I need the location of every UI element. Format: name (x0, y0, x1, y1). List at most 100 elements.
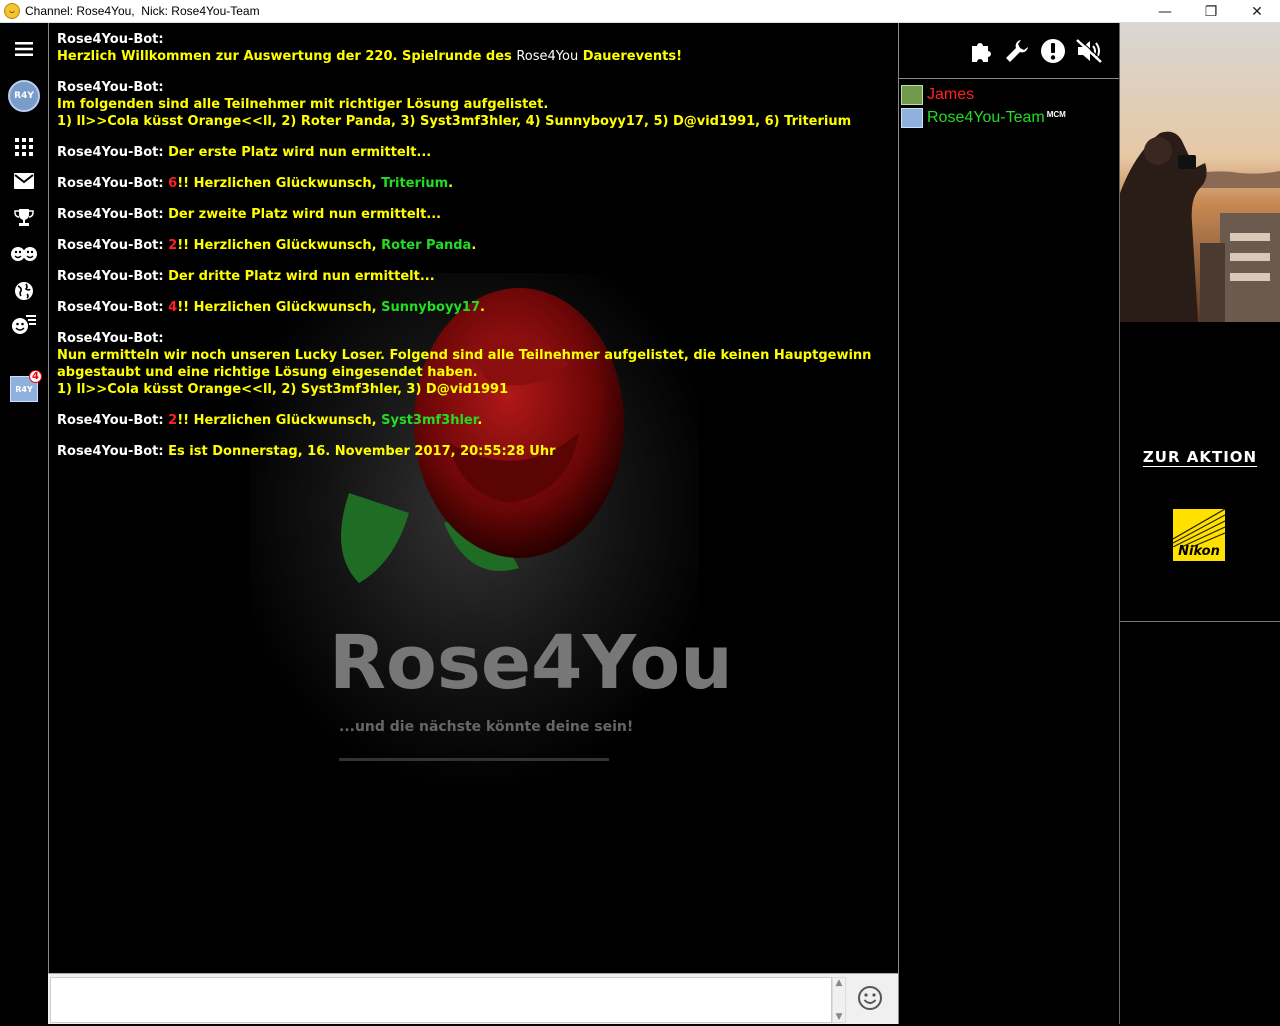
message-list: Rose4You-Bot: Herzlich Willkommen zur Aus… (57, 31, 887, 474)
profile-avatar[interactable]: R4Y (0, 78, 48, 114)
window-controls: — ❐ ✕ (1142, 0, 1280, 23)
user-name: James (927, 85, 975, 103)
nikon-logo-text: Nikon (1178, 544, 1220, 559)
smiley-faces-icon[interactable] (0, 243, 48, 265)
scroll-up-arrow-icon[interactable]: ▲ (836, 978, 843, 988)
message-sender: Rose4You-Bot: (57, 331, 164, 346)
message-text: Dauerevents! (578, 49, 683, 64)
input-scrollbar[interactable]: ▲ ▼ (832, 977, 846, 1023)
nikon-logo[interactable]: Nikon (1173, 509, 1225, 561)
minimize-button[interactable]: — (1142, 0, 1188, 23)
chat-input[interactable] (51, 978, 831, 1022)
chat-input-box (50, 977, 832, 1023)
mail-icon[interactable] (0, 171, 48, 191)
user-list-item[interactable]: James (901, 83, 1117, 106)
message-text: Im folgenden sind alle Teilnehmer mit ri… (57, 97, 549, 112)
window-titlebar: Channel: Rose4You, Nick: Rose4You-Team —… (0, 0, 1280, 23)
menu-icon[interactable] (0, 37, 48, 61)
user-avatar (901, 84, 923, 105)
winner-name: Roter Panda (381, 238, 472, 253)
emoji-button[interactable] (856, 984, 884, 1012)
chat-message: Rose4You-Bot: Der erste Platz wird nun e… (57, 144, 887, 161)
winner-name: Syst3mf3hler (381, 413, 478, 428)
left-sidebar: R4Y R4Y 4 (0, 23, 48, 1024)
user-list-item[interactable]: Rose4You-Team MCM (901, 106, 1117, 129)
chat-input-area: ▲ ▼ (48, 973, 898, 1024)
message-number: 4 (168, 300, 178, 315)
user-list: James Rose4You-Team MCM (901, 83, 1117, 129)
smiley-icon (858, 986, 882, 1010)
message-sender: Rose4You-Bot: (57, 80, 164, 95)
ad-photo[interactable] (1120, 23, 1280, 322)
user-list-pane: James Rose4You-Team MCM (898, 23, 1119, 1024)
user-toolbar (899, 23, 1119, 79)
message-text: Es ist Donnerstag, 16. November 2017, 20… (168, 444, 556, 459)
wrench-icon[interactable] (1003, 37, 1031, 65)
chat-message: Rose4You-Bot: 4!! Herzlichen Glückwunsch… (57, 299, 887, 316)
message-text: Rose4You (516, 49, 579, 64)
alert-icon[interactable] (1039, 37, 1067, 65)
mute-icon[interactable] (1075, 37, 1103, 65)
chat-message: Rose4You-Bot: Der zweite Platz wird nun … (57, 206, 887, 223)
message-number: 2 (168, 413, 178, 428)
ad-divider (1120, 621, 1280, 622)
chat-message: Rose4You-Bot: Herzlich Willkommen zur Aus… (57, 31, 887, 65)
message-text: !! Herzlichen Glückwunsch, (177, 300, 382, 315)
globe-icon[interactable] (0, 279, 48, 303)
message-text: . (477, 413, 483, 428)
chat-panel: Rose4You ...und die nächste könnte deine… (48, 23, 898, 973)
message-sender: Rose4You-Bot: (57, 32, 164, 47)
scroll-down-arrow-icon[interactable]: ▼ (836, 1012, 843, 1022)
winner-name: Sunnyboyy17 (381, 300, 481, 315)
message-sender: Rose4You-Bot: (57, 238, 164, 253)
puzzle-icon[interactable] (967, 37, 995, 65)
message-text: . (471, 238, 477, 253)
ad-pane: ZUR AKTION Nikon (1119, 23, 1280, 1024)
user-tag-badge: MCM (1046, 110, 1066, 119)
window-title: Channel: Rose4You, Nick: Rose4You-Team (25, 4, 260, 18)
background-logo-text: Rose4You (329, 620, 733, 706)
chat-message: Rose4You-Bot: Es ist Donnerstag, 16. Nov… (57, 443, 887, 460)
trophy-icon[interactable] (0, 207, 48, 229)
message-text: Nun ermitteln wir noch unseren Lucky Los… (57, 348, 872, 380)
user-avatar (901, 107, 923, 128)
message-text: Herzlich Willkommen zur Auswertung der 2… (57, 49, 517, 64)
chat-message: Rose4You-Bot: 2!! Herzlichen Glückwunsch… (57, 412, 887, 429)
message-sender: Rose4You-Bot: (57, 444, 164, 459)
avatar: R4Y (8, 80, 40, 112)
message-text: . (448, 176, 454, 191)
message-sender: Rose4You-Bot: (57, 207, 164, 222)
message-text: Der zweite Platz wird nun ermittelt... (168, 207, 442, 222)
smiley-list-icon[interactable] (0, 313, 48, 337)
chat-message: Rose4You-Bot: 2!! Herzlichen Glückwunsch… (57, 237, 887, 254)
message-text: . (480, 300, 485, 315)
message-number: 2 (168, 238, 178, 253)
ad-cta-link[interactable]: ZUR AKTION (1120, 448, 1280, 466)
winner-name: Triterium (381, 176, 449, 191)
user-name: Rose4You-Team (927, 108, 1045, 126)
chat-message: Rose4You-Bot: Der dritte Platz wird nun … (57, 268, 887, 285)
message-sender: Rose4You-Bot: (57, 145, 164, 160)
chat-message: Rose4You-Bot: Im folgenden sind alle Teil… (57, 79, 887, 130)
apps-grid-icon[interactable] (0, 137, 48, 157)
message-number: 6 (168, 176, 178, 191)
message-text: !! Herzlichen Glückwunsch, (177, 176, 382, 191)
background-slogan-text: ...und die nächste könnte deine sein! (339, 719, 633, 735)
notification-badge: 4 (29, 370, 42, 383)
message-sender: Rose4You-Bot: (57, 176, 164, 191)
message-text: !! Herzlichen Glückwunsch, (177, 238, 382, 253)
message-text: Der erste Platz wird nun ermittelt... (168, 145, 432, 160)
notifications-avatar[interactable]: R4Y 4 (0, 370, 48, 405)
message-text: !! Herzlichen Glückwunsch, (177, 413, 382, 428)
message-sender: Rose4You-Bot: (57, 269, 164, 284)
message-sender: Rose4You-Bot: (57, 413, 164, 428)
message-text: Der dritte Platz wird nun ermittelt... (168, 269, 435, 284)
restore-button[interactable]: ❐ (1188, 0, 1234, 23)
message-text: 1) ll>>Cola küsst Orange<<ll, 2) Roter P… (57, 114, 852, 129)
close-button[interactable]: ✕ (1234, 0, 1280, 23)
chat-message: Rose4You-Bot: Nun ermitteln wir noch unse… (57, 330, 887, 398)
app-smiley-icon (4, 3, 20, 19)
chat-message: Rose4You-Bot: 6!! Herzlichen Glückwunsch… (57, 175, 887, 192)
message-sender: Rose4You-Bot: (57, 300, 164, 315)
message-text: 1) ll>>Cola küsst Orange<<ll, 2) Syst3mf… (57, 382, 509, 397)
